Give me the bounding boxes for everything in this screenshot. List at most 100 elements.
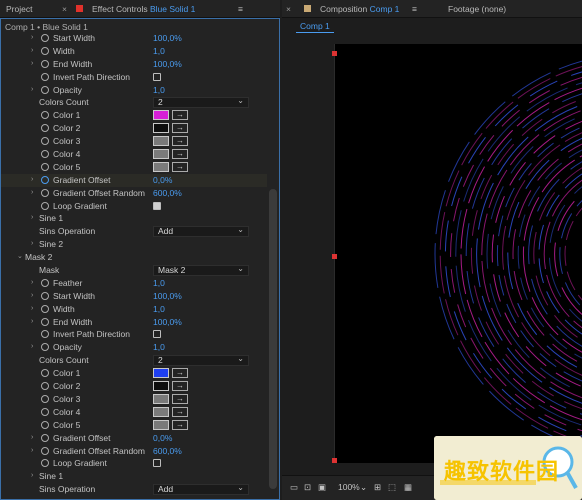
stopwatch-icon[interactable] (41, 150, 49, 159)
stopwatch-icon[interactable] (41, 433, 49, 442)
twirl-chevron-icon[interactable]: › (31, 341, 33, 354)
property-value[interactable]: 100,0% (153, 316, 182, 329)
channel-icon[interactable]: ▦ (404, 482, 412, 493)
stopwatch-icon[interactable] (41, 343, 49, 352)
eyedropper-icon[interactable]: → (172, 381, 188, 392)
property-row[interactable]: ⌄ Mask 2 (1, 251, 267, 264)
property-row[interactable]: Color 1 → (1, 367, 267, 380)
property-row[interactable]: Color 3 → (1, 393, 267, 406)
eyedropper-icon[interactable]: → (172, 393, 188, 404)
property-row[interactable]: Color 3 → (1, 135, 267, 148)
property-row[interactable]: › End Width 100,0% (1, 58, 267, 71)
property-value[interactable]: 100,0% (153, 58, 182, 71)
checkbox[interactable] (153, 459, 161, 468)
dropdown-select[interactable]: Add (153, 483, 249, 496)
eyedropper-icon[interactable]: → (172, 123, 188, 134)
stopwatch-icon[interactable] (41, 59, 49, 68)
property-row[interactable]: › Gradient Offset Random 600,0% (1, 187, 267, 200)
stopwatch-icon[interactable] (41, 34, 49, 42)
color-swatch[interactable] (153, 123, 169, 134)
twirl-chevron-icon[interactable]: › (31, 238, 33, 251)
stopwatch-icon[interactable] (41, 420, 49, 429)
twirl-chevron-icon[interactable]: › (31, 212, 33, 225)
twirl-chevron-icon[interactable]: › (31, 470, 33, 483)
property-row[interactable]: › End Width 100,0% (1, 316, 267, 329)
property-row[interactable]: Sins Operation Add (1, 225, 267, 238)
twirl-chevron-icon[interactable]: › (31, 303, 33, 316)
property-value[interactable]: 0,0% (153, 174, 172, 187)
close-icon[interactable]: × (286, 4, 291, 14)
property-value[interactable]: 1,0 (153, 45, 165, 58)
eyedropper-icon[interactable]: → (172, 368, 188, 379)
property-row[interactable]: Loop Gradient (1, 200, 267, 213)
stopwatch-icon[interactable] (41, 201, 49, 210)
color-swatch[interactable] (153, 368, 169, 379)
expand-chevron-icon[interactable]: ⌄ (17, 251, 23, 264)
panel-menu-icon[interactable]: ≡ (238, 4, 243, 14)
property-row[interactable]: Invert Path Direction (1, 328, 267, 341)
dropdown-select[interactable]: 2 (153, 354, 249, 367)
color-swatch[interactable] (153, 381, 169, 392)
property-row[interactable]: › Width 1,0 (1, 303, 267, 316)
stopwatch-icon[interactable] (41, 278, 49, 287)
checkbox[interactable] (153, 201, 161, 210)
stopwatch-icon[interactable] (41, 382, 49, 391)
chevron-down-icon[interactable]: ⌄ (360, 482, 367, 493)
mask-handle-top[interactable] (332, 51, 337, 56)
color-swatch[interactable] (153, 393, 169, 404)
property-row[interactable]: Invert Path Direction (1, 71, 267, 84)
mask-handle-middle[interactable] (332, 254, 337, 259)
stopwatch-icon[interactable] (41, 111, 49, 120)
eyedropper-icon[interactable]: → (172, 406, 188, 417)
dropdown-select[interactable]: Mask 2 (153, 264, 249, 277)
property-row[interactable]: › Feather 1,0 (1, 277, 267, 290)
panel-menu-icon[interactable]: ≡ (412, 4, 417, 14)
stopwatch-icon[interactable] (41, 304, 49, 313)
stopwatch-icon[interactable] (41, 124, 49, 133)
property-value[interactable]: 100,0% (153, 32, 182, 45)
twirl-chevron-icon[interactable]: › (31, 316, 33, 329)
property-row[interactable]: Colors Count 2 (1, 354, 267, 367)
tab-footage[interactable]: Footage (none) (448, 4, 506, 14)
eyedropper-icon[interactable]: → (172, 149, 188, 160)
property-value[interactable]: 1,0 (153, 277, 165, 290)
property-row[interactable]: Colors Count 2 (1, 96, 267, 109)
color-swatch[interactable] (153, 149, 169, 160)
property-row[interactable]: Color 1 → (1, 109, 267, 122)
tab-effect-controls[interactable]: Effect Controls Blue Solid 1 (92, 4, 195, 14)
property-row[interactable]: Color 2 → (1, 380, 267, 393)
twirl-chevron-icon[interactable]: › (31, 45, 33, 58)
twirl-chevron-icon[interactable]: › (31, 432, 33, 445)
zoom-value[interactable]: 100% (338, 482, 360, 492)
property-row[interactable]: › Sine 2 (1, 238, 267, 251)
property-row[interactable]: › Gradient Offset 0,0% (1, 173, 267, 187)
always-preview-icon[interactable]: ▭ (290, 482, 298, 493)
color-swatch[interactable] (153, 161, 169, 172)
property-row[interactable]: Color 4 → (1, 406, 267, 419)
property-row[interactable]: › Gradient Offset Random 600,0% (1, 445, 267, 458)
property-value[interactable]: 1,0 (153, 84, 165, 97)
color-swatch[interactable] (153, 406, 169, 417)
property-row[interactable]: Mask Mask 2 (1, 264, 267, 277)
grid-icon[interactable]: ⊞ (374, 482, 381, 493)
stopwatch-icon[interactable] (41, 317, 49, 326)
stopwatch-icon[interactable] (41, 46, 49, 55)
dropdown-select[interactable]: 2 (153, 96, 249, 109)
comp-subtab[interactable]: Comp 1 (296, 21, 334, 33)
checkbox[interactable] (153, 72, 161, 81)
property-value[interactable]: 1,0 (153, 303, 165, 316)
region-icon[interactable]: ⊡ (304, 482, 311, 493)
camera-icon[interactable]: ⬚ (388, 482, 396, 493)
property-row[interactable]: › Opacity 1,0 (1, 341, 267, 354)
stopwatch-icon[interactable] (41, 394, 49, 403)
stopwatch-icon[interactable] (41, 291, 49, 300)
mask-handle-bottom[interactable] (332, 458, 337, 463)
monitor-icon[interactable]: ▣ (318, 482, 326, 493)
property-value[interactable]: 0,0% (153, 432, 172, 445)
property-row[interactable]: Color 2 → (1, 122, 267, 135)
property-value[interactable]: 600,0% (153, 187, 182, 200)
eyedropper-icon[interactable]: → (172, 110, 188, 121)
eyedropper-icon[interactable]: → (172, 419, 188, 430)
close-icon[interactable]: × (62, 4, 67, 14)
eyedropper-icon[interactable]: → (172, 136, 188, 147)
